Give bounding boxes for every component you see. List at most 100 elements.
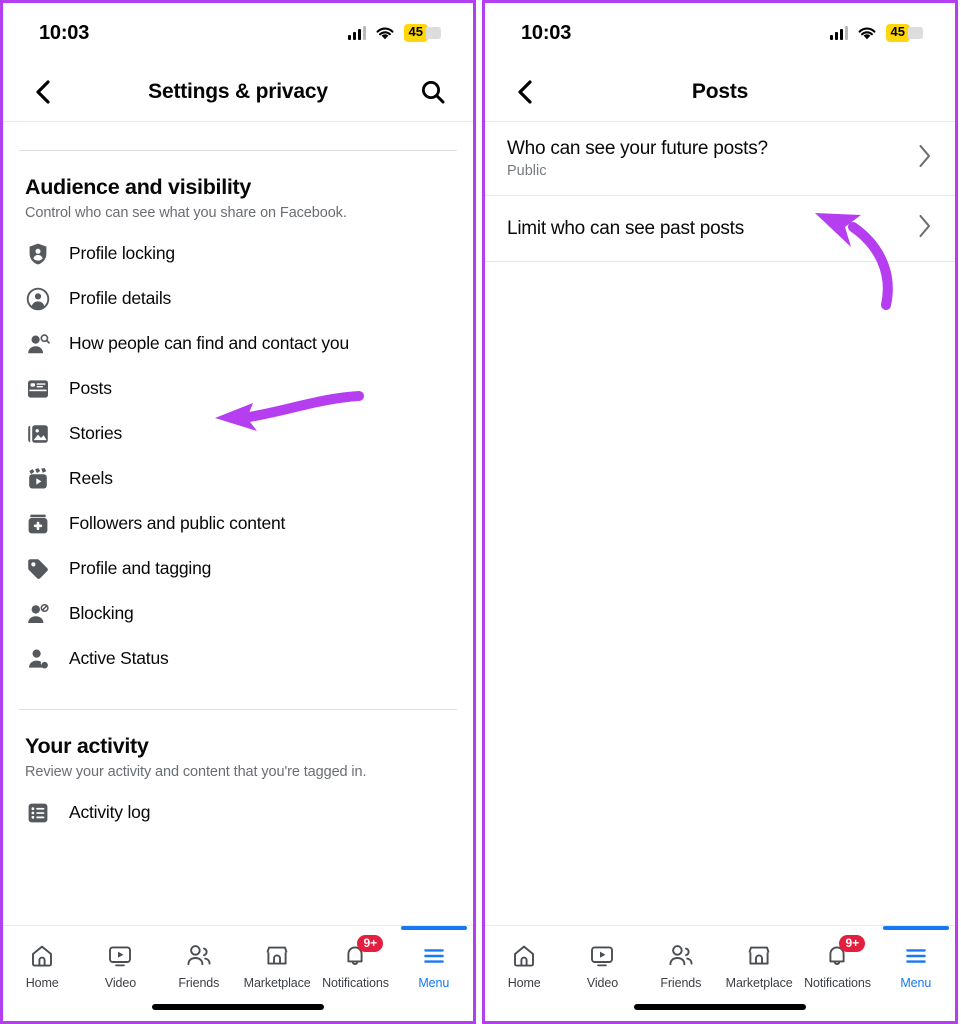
menu-item-label: Profile locking	[69, 243, 175, 263]
setting-row-title: Who can see your future posts?	[507, 138, 768, 159]
menu-item-active-status[interactable]: Active Status	[3, 636, 473, 681]
activity-list-icon	[25, 800, 51, 826]
tab-menu[interactable]: Menu	[877, 926, 955, 990]
active-tab-indicator	[882, 926, 949, 930]
right-bottom-tab-bar: Home Video Friends Marketplace 9+ Notifi…	[485, 925, 955, 1021]
tab-notifications[interactable]: 9+ Notifications	[316, 935, 394, 990]
left-status-bar: 10:03 45	[3, 3, 473, 63]
menu-item-reels[interactable]: Reels	[3, 456, 473, 501]
tab-home[interactable]: Home	[3, 936, 81, 990]
battery-tip	[908, 27, 923, 39]
page-title: Settings & privacy	[148, 80, 328, 103]
menu-item-how-people-find-you[interactable]: How people can find and contact you	[3, 321, 473, 366]
shield-person-icon	[25, 241, 51, 267]
menu-item-activity-log[interactable]: Activity log	[3, 790, 473, 835]
right-content-scroll[interactable]: Who can see your future posts? Public Li…	[485, 122, 955, 925]
section-subtitle: Control who can see what you share on Fa…	[25, 205, 347, 221]
left-nav-header: Settings & privacy	[3, 63, 473, 121]
battery-level: 45	[403, 24, 428, 42]
left-bottom-tab-bar: Home Video Friends Marketplace 9+ Notifi…	[3, 925, 473, 1021]
menu-item-label: Profile and tagging	[69, 558, 212, 578]
search-button[interactable]	[415, 74, 451, 110]
person-active-dot-icon	[25, 646, 51, 672]
menu-item-profile-and-tagging[interactable]: Profile and tagging	[3, 546, 473, 591]
menu-item-stories[interactable]: Stories	[3, 411, 473, 456]
search-icon	[422, 81, 445, 104]
tab-video[interactable]: Video	[563, 936, 641, 990]
tag-icon	[25, 556, 51, 582]
followers-add-icon	[25, 511, 51, 537]
tab-friends[interactable]: Friends	[642, 936, 720, 990]
setting-row-limit-past-posts[interactable]: Limit who can see past posts	[485, 196, 955, 262]
menu-item-posts[interactable]: Posts	[3, 366, 473, 411]
home-icon	[511, 942, 537, 969]
person-search-icon	[25, 331, 51, 357]
video-icon	[107, 942, 133, 969]
menu-item-blocking[interactable]: Blocking	[3, 591, 473, 636]
page-title: Posts	[691, 80, 749, 103]
battery-indicator: 45	[885, 24, 923, 42]
battery-indicator: 45	[403, 24, 441, 42]
tab-label: Friends	[660, 976, 702, 990]
battery-level: 45	[885, 24, 910, 42]
signal-bars-icon	[829, 26, 848, 40]
signal-bars-icon	[347, 26, 366, 40]
section-title: Your activity	[25, 734, 149, 758]
tab-label: Friends	[178, 976, 220, 990]
home-indicator-bar	[152, 1004, 324, 1010]
notification-badge: 9+	[839, 935, 866, 953]
wifi-icon	[858, 27, 875, 39]
tab-label: Home	[25, 976, 59, 990]
setting-row-value: Public	[507, 163, 547, 179]
left-phone-frame: 10:03 45 Settings & privacy Audience and…	[0, 0, 476, 1024]
back-chevron-icon	[36, 80, 50, 104]
setting-row-texts: Who can see your future posts? Public	[507, 138, 907, 179]
section-your-activity-header: Your activity Review your activity and c…	[3, 710, 473, 780]
right-status-bar: 10:03 45	[485, 3, 955, 63]
left-content-scroll[interactable]: Audience and visibility Control who can …	[3, 122, 473, 925]
menu-item-label: Reels	[69, 468, 113, 488]
video-icon	[589, 942, 615, 969]
menu-item-label: Posts	[69, 378, 112, 398]
wifi-icon	[376, 27, 393, 39]
back-button[interactable]	[25, 74, 61, 110]
section-subtitle: Review your activity and content that yo…	[25, 764, 367, 780]
right-phone-frame: 10:03 45 Posts Who can see your future p…	[482, 0, 958, 1024]
marketplace-icon	[264, 942, 290, 969]
section-title: Audience and visibility	[25, 175, 252, 199]
hamburger-menu-icon	[421, 942, 447, 969]
audience-menu-list: Profile locking Profile details How peop…	[3, 221, 473, 681]
status-time: 10:03	[39, 21, 90, 44]
home-indicator-bar	[634, 1004, 806, 1010]
screenshot-stage: 10:03 45 Settings & privacy Audience and…	[0, 0, 961, 1024]
tab-label: Marketplace	[725, 976, 793, 990]
right-nav-header: Posts	[485, 63, 955, 121]
person-block-icon	[25, 601, 51, 627]
menu-item-profile-locking[interactable]: Profile locking	[3, 231, 473, 276]
menu-item-label: How people can find and contact you	[69, 333, 349, 353]
tab-label: Notifications	[322, 976, 389, 990]
tab-notifications[interactable]: 9+ Notifications	[798, 935, 876, 990]
chevron-right-icon	[917, 142, 933, 175]
section-audience-header: Audience and visibility Control who can …	[3, 151, 473, 221]
setting-row-future-posts[interactable]: Who can see your future posts? Public	[485, 122, 955, 196]
tab-marketplace[interactable]: Marketplace	[720, 936, 798, 990]
tab-marketplace[interactable]: Marketplace	[238, 936, 316, 990]
home-icon	[29, 942, 55, 969]
menu-item-label: Stories	[69, 423, 123, 443]
back-button[interactable]	[507, 74, 543, 110]
your-activity-menu-list: Activity log	[3, 780, 473, 835]
tab-home[interactable]: Home	[485, 936, 563, 990]
menu-item-label: Activity log	[69, 802, 151, 822]
menu-item-label: Blocking	[69, 603, 134, 623]
setting-row-texts: Limit who can see past posts	[507, 218, 907, 240]
active-tab-indicator	[400, 926, 467, 930]
menu-item-profile-details[interactable]: Profile details	[3, 276, 473, 321]
stories-photo-icon	[25, 421, 51, 447]
tab-video[interactable]: Video	[81, 936, 159, 990]
tab-menu[interactable]: Menu	[395, 926, 473, 990]
menu-item-label: Active Status	[69, 648, 169, 668]
menu-item-followers-public-content[interactable]: Followers and public content	[3, 501, 473, 546]
tab-friends[interactable]: Friends	[160, 936, 238, 990]
setting-row-title: Limit who can see past posts	[507, 217, 744, 239]
